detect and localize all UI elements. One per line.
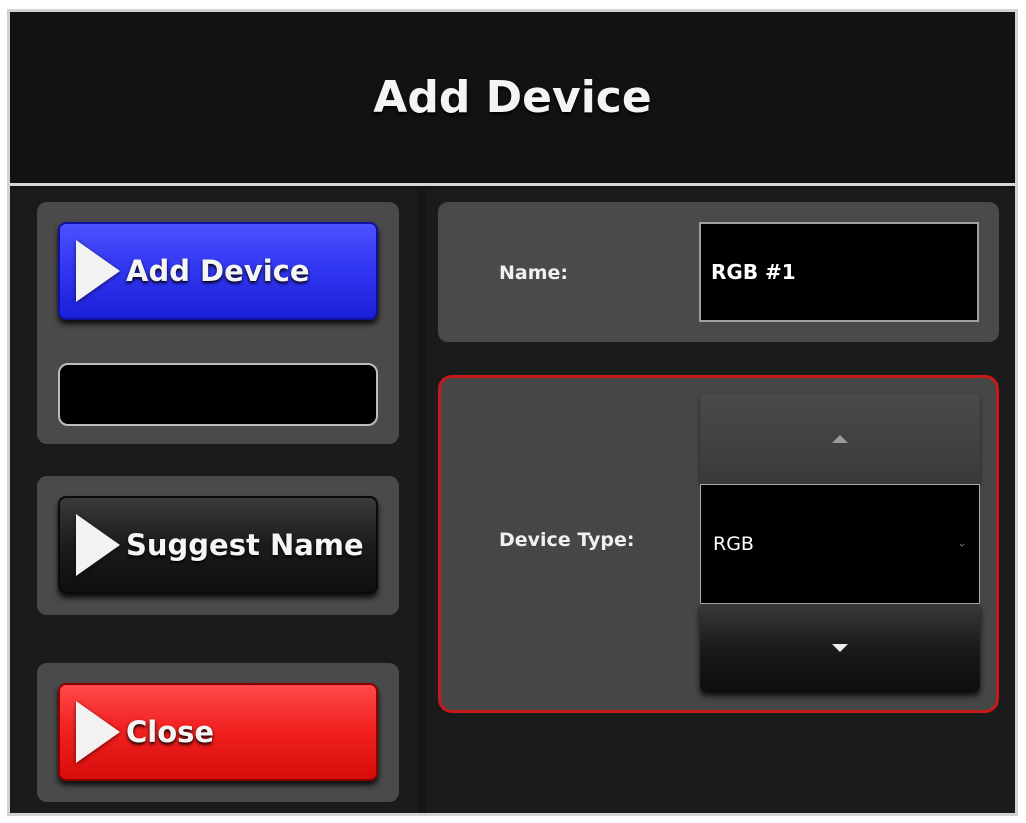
close-panel: Close <box>37 663 399 802</box>
device-type-label: Device Type: <box>499 529 635 551</box>
add-device-panel: Add Device <box>37 202 399 444</box>
suggest-name-button-label: Suggest Name <box>126 528 364 562</box>
stepper-up-button[interactable] <box>700 394 980 484</box>
column-divider <box>418 189 426 813</box>
suggest-name-panel: Suggest Name <box>37 476 399 615</box>
device-type-select[interactable]: RGB ⌄ <box>700 484 980 604</box>
device-type-panel: Device Type: RGB ⌄ <box>438 375 999 713</box>
play-triangle-icon <box>76 240 120 302</box>
play-triangle-icon <box>76 514 120 576</box>
add-device-dialog: Add Device Add Device Suggest Name Close <box>7 9 1018 816</box>
play-triangle-icon <box>76 701 120 763</box>
status-field <box>58 363 378 426</box>
name-panel: Name: RGB #1 <box>438 202 999 342</box>
add-device-button-label: Add Device <box>126 254 310 288</box>
name-label: Name: <box>499 262 569 284</box>
suggest-name-button[interactable]: Suggest Name <box>58 496 378 594</box>
dialog-content: Add Device Suggest Name Close Name: RGB … <box>10 189 1015 813</box>
dialog-title: Add Device <box>373 72 652 123</box>
chevron-down-icon: ⌄ <box>956 535 967 550</box>
title-bar: Add Device <box>10 12 1015 186</box>
device-type-value: RGB <box>713 533 754 555</box>
close-button-label: Close <box>126 715 215 749</box>
triangle-down-icon <box>832 644 848 652</box>
triangle-up-icon <box>832 435 848 443</box>
stepper-down-button[interactable] <box>700 604 980 692</box>
add-device-button[interactable]: Add Device <box>58 222 378 320</box>
close-button[interactable]: Close <box>58 683 378 781</box>
name-input[interactable]: RGB #1 <box>699 222 979 322</box>
